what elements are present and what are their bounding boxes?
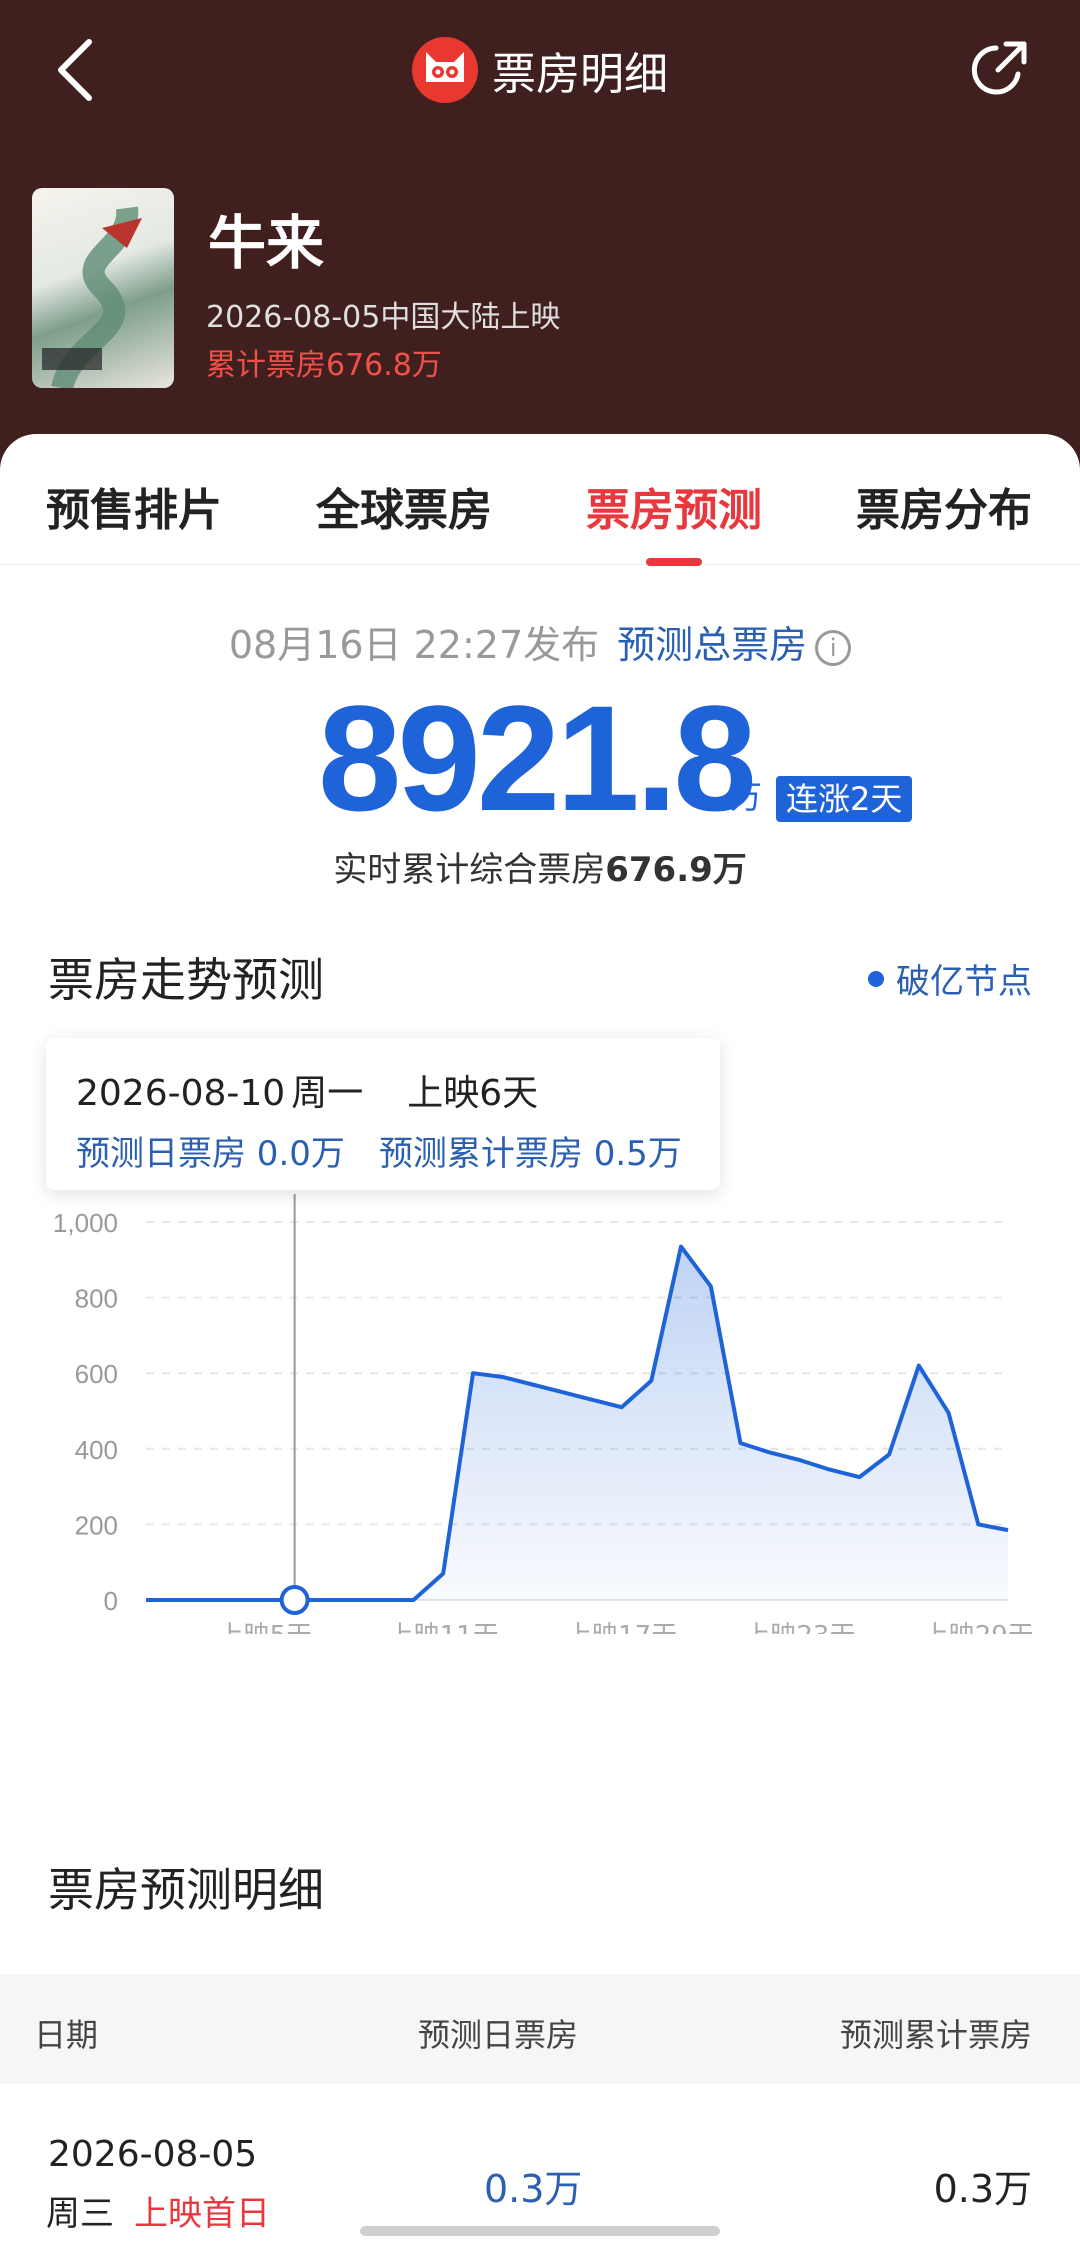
movie-poster[interactable] [32, 188, 174, 388]
realtime-label: 实时累计综合票房 [333, 850, 606, 890]
y-tick-label: 400 [75, 1435, 118, 1465]
cumulative-boxoffice: 累计票房676.8万 [206, 348, 442, 383]
realtime-boxoffice: 实时累计综合票房676.9万 [0, 842, 1080, 891]
page-title: 票房明细 [492, 49, 668, 100]
row-flag: 上映首日 [134, 2194, 270, 2234]
x-tick-label: 上映23天 [744, 1621, 855, 1634]
trend-title: 票房走势预测 [48, 953, 324, 1007]
share-button[interactable] [960, 30, 1040, 110]
cat-logo-icon [412, 37, 478, 103]
row-daily: 0.3万 [484, 2167, 583, 2211]
tab-forecast[interactable]: 票房预测 [586, 474, 762, 538]
forecast-unit: 万 [730, 778, 763, 816]
rise-badge: 连涨2天 [776, 776, 913, 822]
legend[interactable]: 破亿节点 [868, 954, 1032, 1003]
content-card: 预售排片 全球票房 票房预测 票房分布 08月16日 22:27发布 预测总票房 i… [0, 434, 1080, 2254]
poster-artwork [42, 206, 142, 388]
forecast-total-label: 预测总票房 [617, 623, 808, 667]
y-tick-label: 0 [104, 1586, 118, 1616]
tooltip-weekday: 周一 [291, 1073, 364, 1114]
info-icon[interactable]: i [815, 629, 852, 666]
row-weekday: 周三 [46, 2194, 114, 2234]
y-tick-label: 200 [75, 1510, 118, 1540]
x-tick-label: 上映5天 [218, 1621, 313, 1634]
share-icon [971, 41, 1027, 95]
tooltip-daily: 预测日票房 0.0万 [76, 1134, 345, 1174]
y-tick-label: 1,000 [53, 1208, 118, 1238]
movie-title: 牛来 [208, 209, 325, 277]
home-indicator [360, 2226, 720, 2236]
x-tick-label: 上映29天 [923, 1621, 1034, 1634]
x-tick-label: 上映11天 [388, 1621, 499, 1634]
trend-chart[interactable]: 0 200 400 600 800 1,000 上映5天 上映11天 上映17天 上映23天 上映2… [0, 1194, 1080, 1634]
row-date: 2026-08-05 [48, 2134, 258, 2175]
y-tick-label: 600 [75, 1359, 118, 1389]
table-header: 日期 预测日票房 预测累计票房 [0, 1974, 1080, 2084]
legend-dot-icon [868, 970, 884, 987]
tab-indicator [646, 558, 702, 566]
release-date: 2026-08-05中国大陆上映 [206, 300, 561, 335]
tab-global[interactable]: 全球票房 [316, 474, 492, 538]
col-daily: 预测日票房 [418, 2016, 579, 2054]
series-area [146, 1246, 1008, 1600]
tooltip-cumulative: 预测累计票房 0.5万 [378, 1134, 682, 1174]
forecast-total-value: 8921.8 [318, 674, 757, 842]
col-date: 日期 [34, 2016, 99, 2054]
y-tick-label: 800 [75, 1284, 118, 1314]
col-cumulative: 预测累计票房 [839, 2016, 1032, 2054]
publish-line: 08月16日 22:27发布 预测总票房 i [0, 614, 1080, 669]
nav-title: 票房明细 [0, 30, 1080, 110]
tab-distribution[interactable]: 票房分布 [856, 474, 1032, 538]
x-tick-label: 上映17天 [566, 1621, 677, 1634]
legend-label: 破亿节点 [896, 962, 1032, 1002]
tooltip-date: 2026-08-10 [76, 1073, 286, 1114]
row-cumulative: 0.3万 [933, 2167, 1032, 2211]
chart-tooltip: 2026-08-10 周一 上映6天 预测日票房 0.0万 预测累计票房 0.5万 [46, 1038, 720, 1190]
header: 票房明细 牛来 2026-08-05中国大陆上映 累计票房676.8万 [0, 0, 1080, 470]
publish-time: 08月16日 22:27发布 [228, 623, 600, 667]
detail-title: 票房预测明细 [48, 1863, 324, 1917]
realtime-value: 676.9万 [605, 850, 747, 890]
tab-bar: 预售排片 全球票房 票房预测 票房分布 [0, 434, 1080, 566]
tab-presale[interactable]: 预售排片 [46, 474, 222, 538]
highlight-point [279, 1585, 310, 1615]
tooltip-days: 上映6天 [407, 1073, 539, 1114]
